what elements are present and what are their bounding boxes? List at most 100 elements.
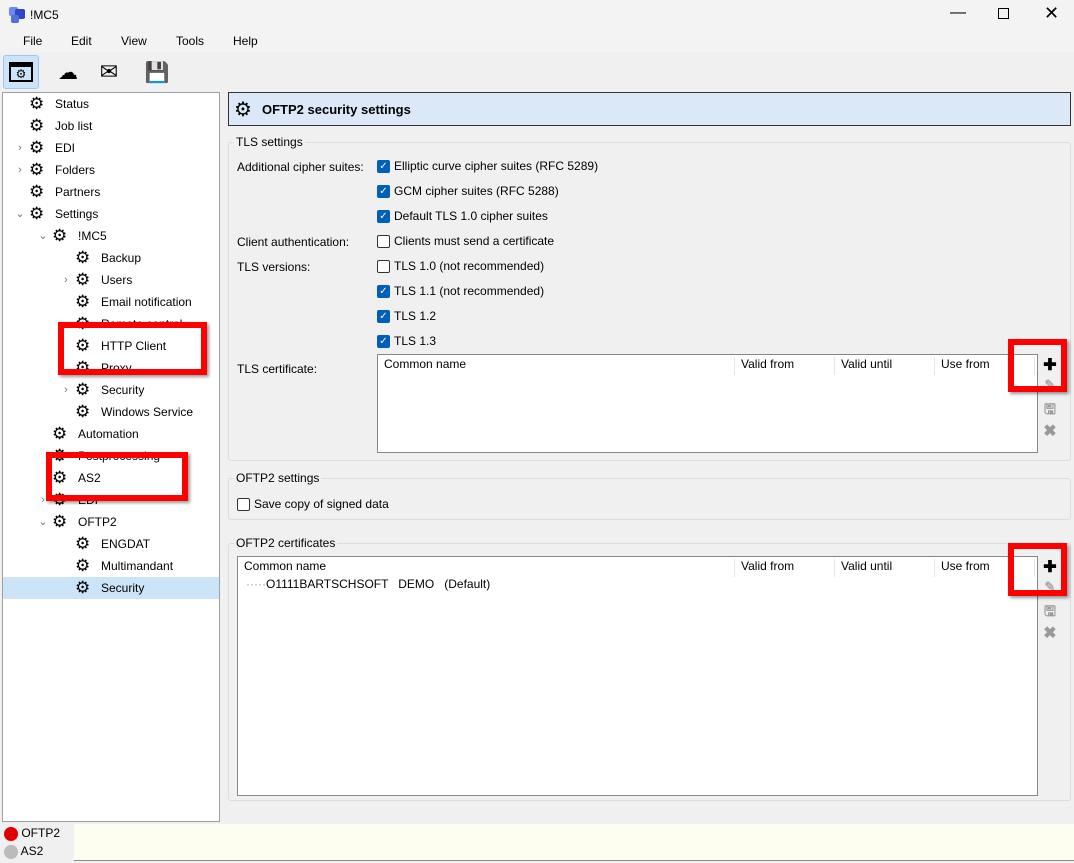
- table-row[interactable]: ·····O1111BARTSCHSOFT DEMO (Default): [246, 577, 490, 591]
- status-as2[interactable]: AS2: [4, 844, 43, 859]
- column-header[interactable]: Valid from: [735, 357, 835, 375]
- cloud-sync-button[interactable]: ☁: [50, 55, 86, 89]
- gear-icon: ⚙: [75, 556, 91, 575]
- tree-item[interactable]: ⚙ Security: [3, 577, 219, 599]
- save-icon[interactable]: 🖫: [1040, 399, 1060, 423]
- menu-tools[interactable]: Tools: [176, 34, 204, 48]
- chevron-right-icon[interactable]: ›: [61, 379, 71, 401]
- checkbox-tls12[interactable]: ✓ TLS 1.2: [377, 309, 436, 323]
- wifi-icon: [4, 826, 18, 841]
- chevron-right-icon[interactable]: ›: [15, 137, 25, 159]
- checkbox-default-tls10[interactable]: ✓ Default TLS 1.0 cipher suites: [377, 209, 548, 223]
- checkbox-tls13[interactable]: ✓ TLS 1.3: [377, 334, 436, 348]
- menu-view[interactable]: View: [121, 34, 147, 48]
- close-button[interactable]: ✕: [1044, 3, 1059, 24]
- gear-icon: ⚙: [52, 226, 68, 245]
- checkbox-tls11[interactable]: ✓ TLS 1.1 (not recommended): [377, 284, 544, 298]
- tree-item[interactable]: ⚙ Backup: [3, 247, 219, 269]
- save-icon[interactable]: 🖫: [1040, 601, 1060, 625]
- mail-download-button[interactable]: ✉: [91, 55, 127, 89]
- tree-item[interactable]: ⚙ Email notification: [3, 291, 219, 313]
- checkbox-client-cert[interactable]: Clients must send a certificate: [377, 234, 554, 248]
- chevron-down-icon[interactable]: ⌄: [38, 225, 48, 247]
- delete-icon[interactable]: ✖: [1040, 623, 1060, 643]
- chevron-right-icon[interactable]: ›: [15, 159, 25, 181]
- tree-item[interactable]: ⌄ ⚙ Settings: [3, 203, 219, 225]
- save-button[interactable]: 💾: [139, 55, 175, 89]
- tree-item[interactable]: ⚙ Partners: [3, 181, 219, 203]
- tree-item[interactable]: ⌄ ⚙ !MC5: [3, 225, 219, 247]
- app-logo-icon: [9, 7, 25, 23]
- tree-item-label: EDI: [55, 141, 76, 155]
- column-header[interactable]: Valid from: [735, 559, 835, 577]
- gear-icon: ⚙: [29, 138, 45, 157]
- highlight-box: [58, 322, 207, 375]
- delete-icon[interactable]: ✖: [1040, 421, 1060, 441]
- checkbox-save-copy[interactable]: Save copy of signed data: [237, 497, 389, 511]
- column-header[interactable]: Common name: [378, 357, 735, 375]
- tree-item-label: Automation: [78, 427, 139, 441]
- tree-item[interactable]: ⚙ Status: [3, 93, 219, 115]
- tree-item[interactable]: › ⚙ Folders: [3, 159, 219, 181]
- tree-item[interactable]: ⌄ ⚙ OFTP2: [3, 511, 219, 533]
- tree-item-label: Partners: [55, 185, 101, 199]
- checkbox-gcm[interactable]: ✓ GCM cipher suites (RFC 5288): [377, 184, 559, 198]
- column-header[interactable]: Valid until: [835, 357, 935, 375]
- gear-icon: ⚙: [234, 99, 252, 121]
- checkbox-tls10[interactable]: TLS 1.0 (not recommended): [377, 259, 544, 273]
- tls-certificate-table[interactable]: Common name Valid from Valid until Use f…: [377, 354, 1038, 453]
- save-icon: 💾: [144, 61, 170, 84]
- tree-item-label: !MC5: [78, 229, 107, 243]
- gear-icon: ⚙: [29, 116, 45, 135]
- column-header[interactable]: Common name: [238, 559, 735, 577]
- title-bar: !MC5 — ✕: [0, 0, 1074, 30]
- menu-file[interactable]: File: [23, 34, 42, 48]
- settings-view-button[interactable]: ⚙: [3, 55, 39, 89]
- checkbox-elliptic[interactable]: ✓ Elliptic curve cipher suites (RFC 5289): [377, 159, 598, 173]
- group-label: OFTP2 settings: [234, 471, 322, 485]
- tree-item-label: ENGDAT: [101, 537, 151, 551]
- tree-item[interactable]: ⚙ ENGDAT: [3, 533, 219, 555]
- chevron-down-icon[interactable]: ⌄: [15, 203, 25, 225]
- minimize-button[interactable]: —: [950, 4, 966, 22]
- menu-edit[interactable]: Edit: [71, 34, 92, 48]
- gear-icon: ⚙: [29, 94, 45, 113]
- status-oftp2[interactable]: OFTP2: [4, 826, 60, 841]
- status-bar: OFTP2 AS2: [0, 822, 1074, 863]
- cloud-sync-icon: ☁: [58, 61, 78, 84]
- tree-item[interactable]: › ⚙ EDI: [3, 137, 219, 159]
- tree-item-label: Folders: [55, 163, 96, 177]
- cipher-label: Additional cipher suites:: [237, 160, 364, 174]
- tree-item-label: Windows Service: [101, 405, 194, 419]
- chevron-down-icon[interactable]: ⌄: [38, 511, 48, 533]
- gear-icon: ⚙: [75, 402, 91, 421]
- tree-item-label: Job list: [55, 119, 93, 133]
- gear-icon: ⚙: [75, 248, 91, 267]
- oftp2-certificate-table[interactable]: Common name Valid from Valid until Use f…: [237, 556, 1038, 796]
- tree-item[interactable]: ⚙ Multimandant: [3, 555, 219, 577]
- menu-bar: File Edit View Tools Help: [0, 30, 1074, 52]
- toolbar: ⚙ ☁ ✉ 💾: [0, 52, 1074, 90]
- tls-versions-label: TLS versions:: [237, 260, 311, 274]
- tree-item[interactable]: › ⚙ Security: [3, 379, 219, 401]
- tree-item[interactable]: ⚙ Automation: [3, 423, 219, 445]
- tree-item[interactable]: ⚙ Windows Service: [3, 401, 219, 423]
- tree-item-label: Status: [55, 97, 90, 111]
- tree-item-label: Users: [101, 273, 133, 287]
- gear-icon: ⚙: [52, 512, 68, 531]
- highlight-box: [1008, 339, 1067, 392]
- tree-item-label: Security: [101, 383, 145, 397]
- menu-help[interactable]: Help: [233, 34, 258, 48]
- tree-item-label: Email notification: [101, 295, 192, 309]
- page-title: OFTP2 security settings: [262, 102, 411, 117]
- tree-item[interactable]: ⚙ Job list: [3, 115, 219, 137]
- gear-icon: ⚙: [29, 204, 45, 223]
- column-header[interactable]: Valid until: [835, 559, 935, 577]
- chevron-right-icon[interactable]: ›: [61, 269, 71, 291]
- gear-icon: ⚙: [29, 182, 45, 201]
- tree-item[interactable]: › ⚙ Users: [3, 269, 219, 291]
- gear-icon: ⚙: [29, 160, 45, 179]
- status-message-area: [74, 824, 1074, 861]
- maximize-button[interactable]: [998, 8, 1009, 19]
- tls-certificate-label: TLS certificate:: [237, 362, 318, 376]
